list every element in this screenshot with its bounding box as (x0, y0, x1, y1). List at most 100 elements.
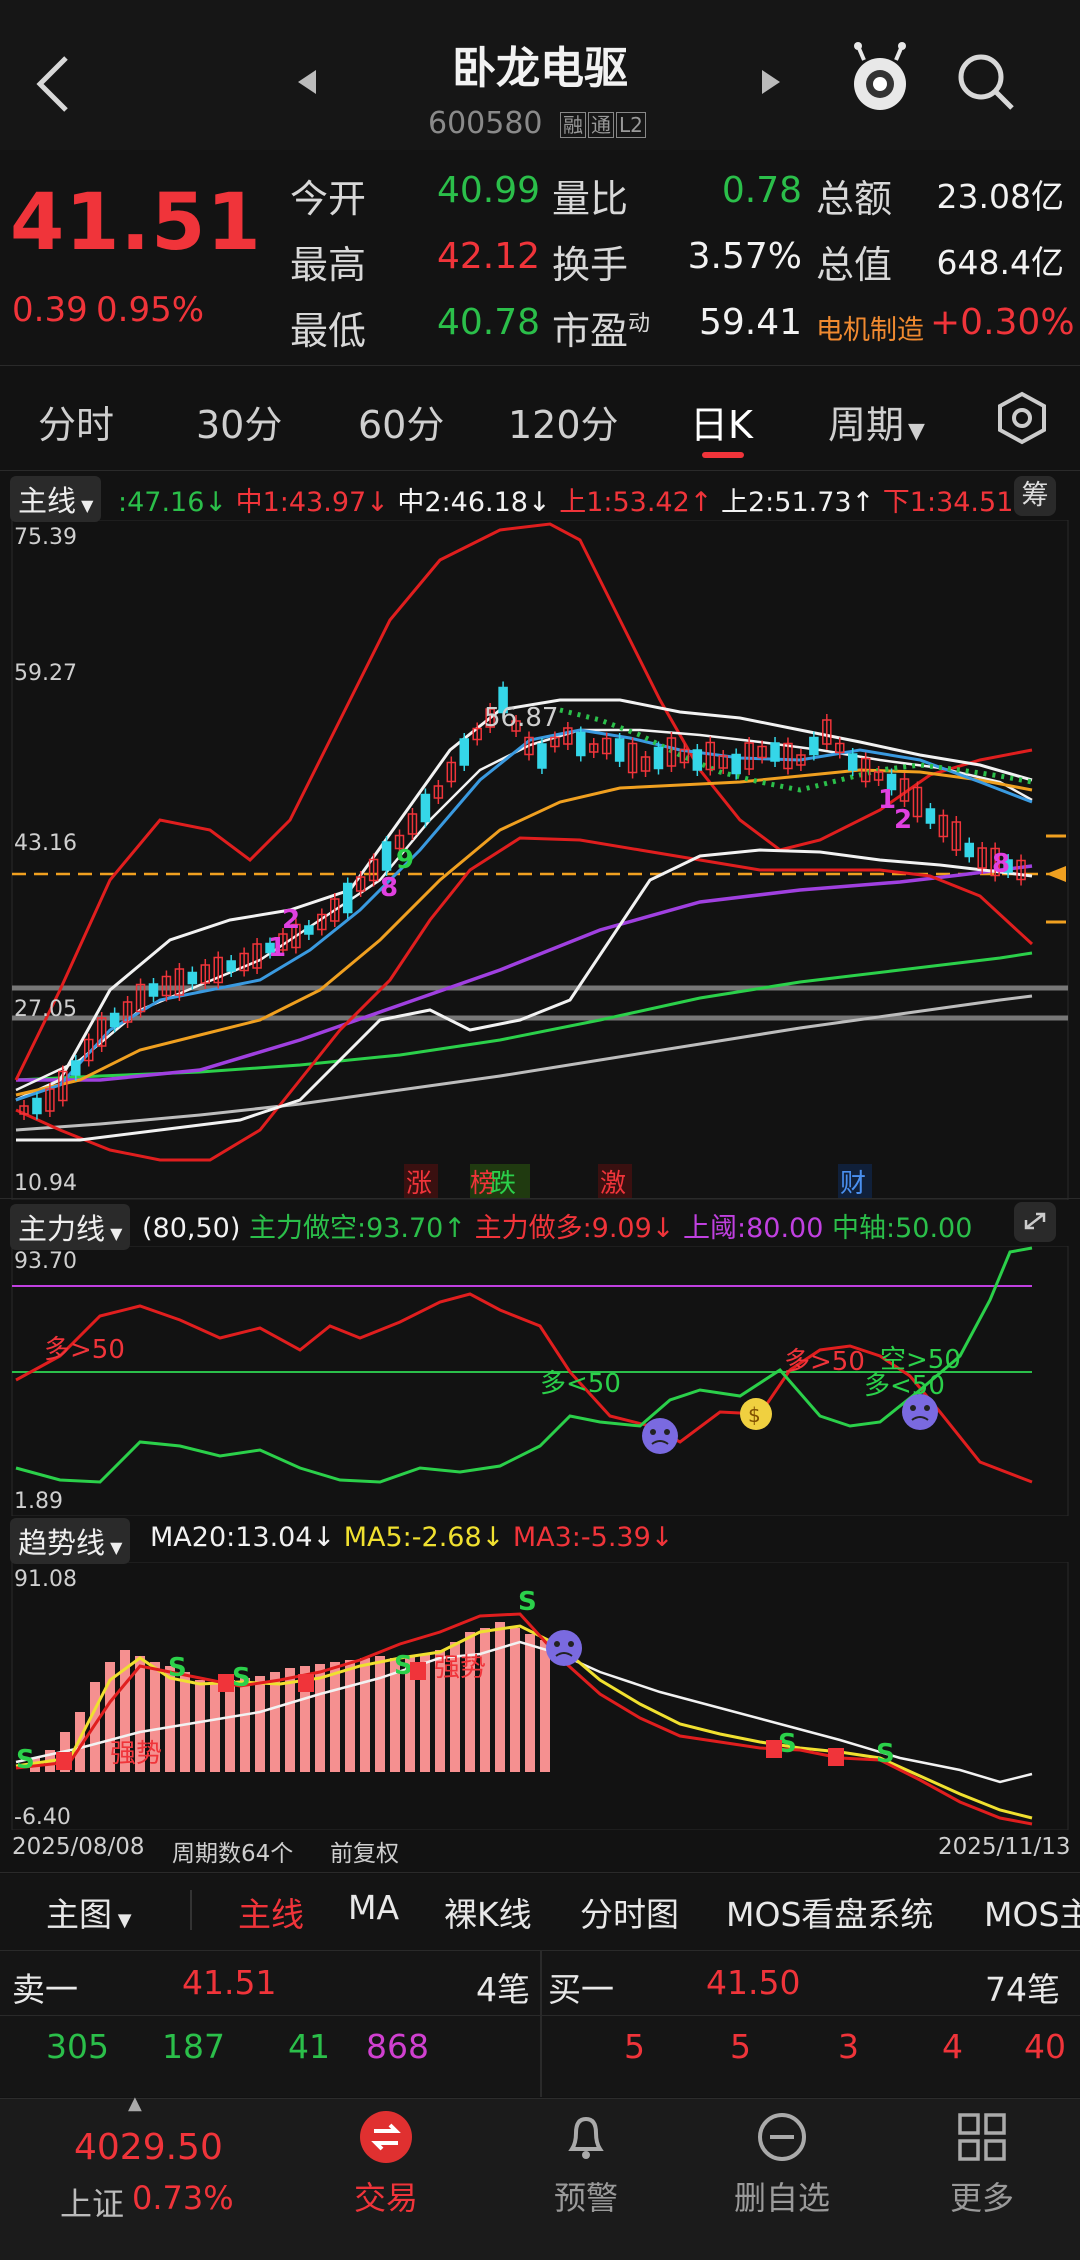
expand-panel-button[interactable] (1014, 1202, 1056, 1242)
tab-mos-main[interactable]: MOS主 (984, 1888, 1080, 1936)
candle (692, 749, 703, 771)
candle (925, 808, 936, 824)
divider (0, 1872, 1080, 1873)
tab-mos-system[interactable]: MOS看盘系统 (726, 1888, 933, 1936)
candle (304, 925, 314, 935)
turnover-amount-value: 23.08亿 (936, 177, 1064, 216)
main-indicator-label: 主线 (18, 484, 77, 518)
start-date: 2025/08/08 (12, 1834, 145, 1860)
turnover-rate-value: 3.57% (687, 236, 802, 277)
chip-distribution-button[interactable]: 筹 (1014, 476, 1056, 516)
tab-zhuxian[interactable]: 主线 (238, 1888, 304, 1936)
event-tag-zhang[interactable]: 涨 (406, 1169, 432, 1199)
settings-hexagon-icon[interactable] (996, 390, 1048, 446)
tab-period-label: 周期 (828, 403, 905, 447)
trend-label: 趋势线 (18, 1526, 106, 1560)
y-tick: -6.40 (14, 1805, 71, 1830)
stock-code: 600580 (428, 106, 543, 141)
industry-change[interactable]: +0.30% (930, 302, 1075, 343)
signal-marker: 8 (992, 849, 1010, 879)
main-chart-menu[interactable]: 主图 ▼ (46, 1888, 132, 1936)
high-value: 42.12 (436, 236, 540, 277)
legend-item: 中1:43.97↓ (235, 487, 389, 518)
tab-period[interactable]: 周期 ▼ (828, 394, 925, 449)
search-icon[interactable] (954, 50, 1018, 114)
trend-legend: MA20:13.04↓ MA5:-2.68↓ MA3:-5.39↓ (150, 1522, 673, 1553)
trend-chart[interactable]: S S S S S S S 强势 强势 91.08 -6.40 (0, 1562, 1080, 1830)
low-label: 最低 (290, 309, 367, 353)
signal-b-marker (766, 1740, 782, 1758)
industry-label[interactable]: 电机制造 (816, 308, 924, 347)
robot-assistant-icon[interactable] (846, 40, 914, 116)
bid-volume: 3 (838, 2027, 859, 2066)
legend-item: MA5:-2.68↓ (343, 1522, 505, 1553)
event-tag-die[interactable]: 跌 (490, 1169, 516, 1199)
legend-item: :47.16↓ (118, 487, 228, 518)
index-change[interactable]: 0.73% (132, 2179, 234, 2217)
legend-item: 上2:51.73↑ (721, 487, 875, 518)
tab-60min[interactable]: 60分 (358, 394, 444, 449)
main-indicator-select[interactable]: 主线 ▼ (10, 476, 102, 522)
trend-bar (510, 1628, 520, 1772)
main-force-params: (80,50) (142, 1213, 241, 1244)
badges: 融通 L2 (560, 109, 646, 138)
strong-label: 强势 (434, 1653, 486, 1683)
grid-icon (958, 2113, 1006, 2161)
main-candlestick-chart[interactable]: 9 8 2 1 1 2 8 56.87 75.39 59.27 43.16 27… (0, 520, 1080, 1200)
caret-down-icon: ▼ (908, 419, 925, 444)
y-tick: 93.70 (14, 1249, 77, 1274)
main-force-select[interactable]: 主力线 ▼ (10, 1204, 131, 1250)
main-force-chart[interactable]: 93.70 1.89 多>50 多<50 多>50 空>50 多<50 $ (0, 1246, 1080, 1516)
pe-label: 市盈动 (552, 300, 650, 355)
candle (537, 743, 547, 769)
nav-more[interactable]: 更多 (912, 2109, 1052, 2219)
next-stock-icon[interactable] (758, 68, 782, 96)
legend-item: MA20:13.04↓ (150, 1522, 336, 1553)
tab-daily-k[interactable]: 日K (690, 394, 753, 449)
tab-intraday[interactable]: 分时 (38, 394, 114, 449)
nav-remove-watchlist-label: 删自选 (733, 2179, 830, 2217)
trend-select[interactable]: 趋势线 ▼ (10, 1518, 131, 1564)
main-legend: :47.16↓ 中1:43.97↓ 中2:46.18↓ 上1:53.42↑ 上2… (118, 480, 1036, 519)
market-cap-value: 648.4亿 (936, 243, 1064, 282)
event-tag-ji[interactable]: 激 (600, 1169, 626, 1199)
candle (809, 736, 819, 756)
tab-30min[interactable]: 30分 (196, 394, 282, 449)
signal-s: S (394, 1651, 413, 1681)
ask-volume: 187 (162, 2027, 225, 2066)
candle (342, 882, 353, 914)
trade-icon (360, 2111, 412, 2163)
period-count: 周期数64个 (172, 1841, 294, 1867)
index-name[interactable]: 上证 (60, 2179, 124, 2225)
nav-alert-label: 预警 (553, 2179, 618, 2217)
tab-naked-k[interactable]: 裸K线 (444, 1888, 532, 1936)
index-value[interactable]: 4029.50 (74, 2127, 223, 2168)
trend-bar (315, 1664, 325, 1772)
tab-120min[interactable]: 120分 (508, 394, 619, 449)
trend-bar (210, 1682, 220, 1772)
candle (381, 841, 392, 871)
bid-volume: 5 (730, 2027, 751, 2066)
trend-bar (345, 1660, 355, 1772)
tab-ma[interactable]: MA (348, 1888, 399, 1927)
nav-remove-watchlist[interactable]: 删自选 (712, 2109, 852, 2219)
back-icon[interactable] (30, 52, 74, 116)
turnover-amount-label: 总额 (816, 177, 893, 221)
nav-trade[interactable]: 交易 (316, 2109, 456, 2219)
tab-intraday-chart[interactable]: 分时图 (580, 1888, 679, 1936)
event-tag-cai[interactable]: 财 (840, 1169, 866, 1199)
adjust-mode[interactable]: 前复权 (330, 1834, 399, 1868)
nav-alert[interactable]: 预警 (516, 2109, 656, 2219)
divider (0, 1198, 1080, 1199)
bid1-label: 买一 (548, 1970, 614, 2009)
trend-bar (525, 1634, 535, 1772)
prev-stock-icon[interactable] (296, 68, 320, 96)
period-tabs: 分时 30分 60分 120分 日K 周期 ▼ (0, 365, 1080, 471)
badge-tong: 通 (588, 112, 614, 138)
signal-s: S (16, 1745, 35, 1775)
market-cap-label: 总值 (816, 243, 893, 287)
caret-up-icon[interactable]: ▲ (128, 2093, 142, 2114)
trend-bar (195, 1680, 205, 1772)
sad-face-icon (902, 1394, 938, 1430)
pe-label-sup: 动 (628, 311, 651, 337)
